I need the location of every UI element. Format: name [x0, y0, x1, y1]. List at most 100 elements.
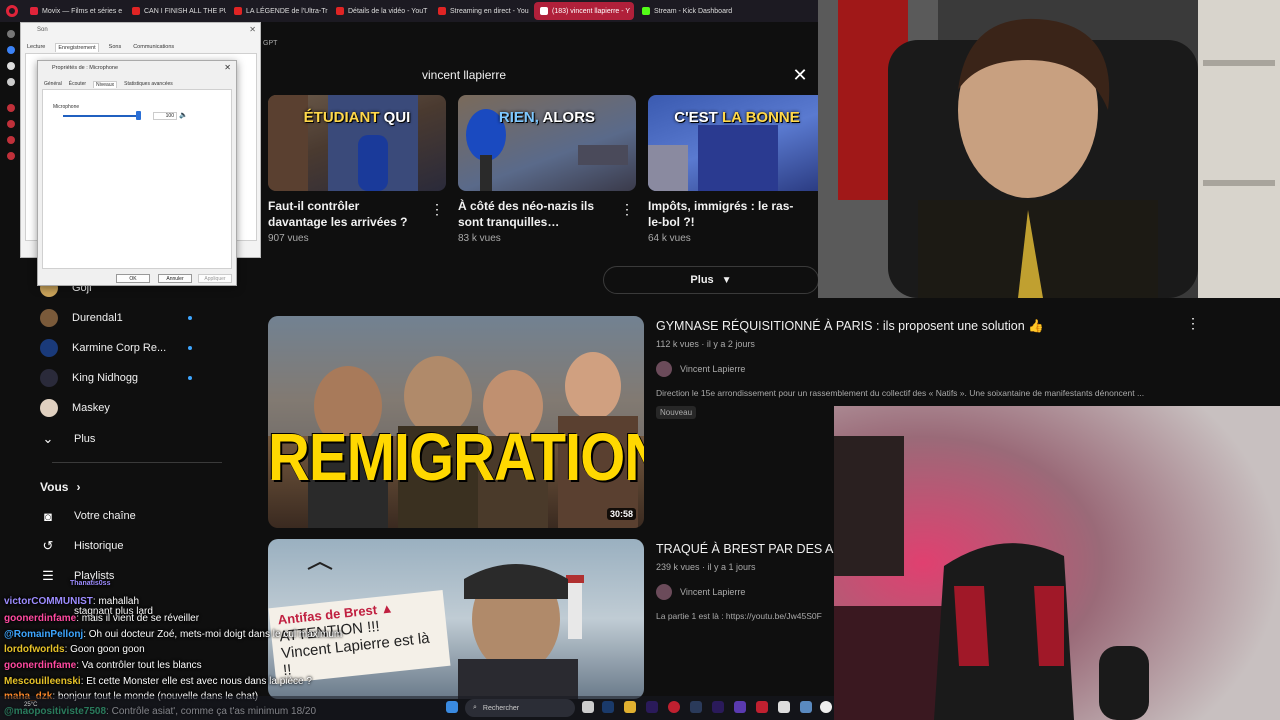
- sidebar-item-channel[interactable]: ◙ Votre chaîne: [40, 508, 136, 524]
- tab-general[interactable]: Général: [44, 81, 62, 88]
- short-thumbnail[interactable]: ÉTUDIANT QUI: [268, 95, 446, 191]
- webcam-image: [818, 0, 1280, 298]
- webcam-image: [834, 406, 1280, 720]
- tab-communications[interactable]: Communications: [131, 43, 176, 52]
- sidebar-show-more[interactable]: ⌄ Plus: [40, 431, 96, 447]
- short-title[interactable]: Faut-il contrôler davantage les arrivées…: [268, 198, 418, 230]
- short-title[interactable]: Impôts, immigrés : le ras-le-bol ?!: [648, 198, 798, 230]
- short-card[interactable]: ÉTUDIANT QUI Faut-il contrôler davantage…: [268, 95, 446, 244]
- opera-icon[interactable]: [668, 701, 680, 713]
- chat-username[interactable]: Thanatis0ss: [70, 580, 110, 587]
- tab-label: (183) vincent llapierre - Y: [552, 7, 631, 15]
- bookmark-item[interactable]: GPT: [263, 40, 277, 47]
- tab-levels[interactable]: Niveaux: [93, 81, 118, 88]
- close-icon[interactable]: ✕: [790, 65, 810, 85]
- app-icon[interactable]: [734, 701, 746, 713]
- avatar[interactable]: [656, 361, 672, 377]
- more-vert-icon[interactable]: ⋮: [430, 201, 444, 218]
- app-icon[interactable]: [800, 701, 812, 713]
- more-vert-icon[interactable]: ⋮: [1186, 315, 1200, 332]
- chat-username[interactable]: Mescouilleenski: [4, 676, 81, 687]
- taskbar-search[interactable]: ⌕ Rechercher: [465, 699, 575, 717]
- chat-username[interactable]: lordofworlds: [4, 644, 65, 655]
- sidebar-item-channel[interactable]: Karmine Corp Re...: [40, 333, 240, 363]
- browser-tab[interactable]: LA LÉGENDE de l'Ultra-Tr: [228, 2, 328, 20]
- channel-link[interactable]: Vincent Lapierre: [656, 361, 1196, 377]
- app-icon[interactable]: [756, 701, 768, 713]
- avatar: [40, 399, 58, 417]
- settings-icon[interactable]: [7, 30, 15, 38]
- sidebar-item-history[interactable]: ↺ Historique: [40, 538, 124, 554]
- history-icon: ↺: [42, 538, 54, 553]
- close-icon[interactable]: ✕: [249, 25, 256, 34]
- browser-tab[interactable]: (183) vincent llapierre - Y: [534, 2, 634, 20]
- sidebar-item-channel[interactable]: Durendal1: [40, 303, 240, 333]
- channel-name[interactable]: Vincent Lapierre: [680, 364, 745, 374]
- video-title[interactable]: TRAQUÉ À BREST PAR DES ANTIFAS: [656, 541, 834, 557]
- speaker-icon[interactable]: 🔈: [179, 111, 188, 119]
- slider-thumb[interactable]: [135, 111, 141, 120]
- channel-name[interactable]: Vincent Lapierre: [680, 587, 745, 597]
- tab-playback[interactable]: Lecture: [25, 43, 47, 52]
- show-more-button[interactable]: Plus ▼: [603, 266, 819, 294]
- app-icon[interactable]: [820, 701, 832, 713]
- tab-recording[interactable]: Enregistrement: [55, 43, 99, 52]
- search-input[interactable]: vincent llapierre: [422, 68, 790, 82]
- premiere-icon[interactable]: [646, 701, 658, 713]
- heart-icon[interactable]: [7, 104, 15, 112]
- history-icon[interactable]: [7, 120, 15, 128]
- tab-advanced[interactable]: Statistiques avancées: [124, 81, 173, 88]
- short-thumbnail[interactable]: RIEN, ALORS: [458, 95, 636, 191]
- short-views: 64 k vues: [648, 233, 691, 244]
- level-slider[interactable]: [63, 111, 141, 120]
- sidebar-item-channel[interactable]: Maskey: [40, 393, 240, 423]
- browser-tab[interactable]: Stream - Kick Dashboard: [636, 2, 736, 20]
- x-icon[interactable]: [7, 78, 15, 86]
- tab-label: Streaming en direct - You: [450, 7, 529, 15]
- short-title[interactable]: À côté des néo-nazis ils sont tranquille…: [458, 198, 608, 230]
- app-icon[interactable]: [778, 701, 790, 713]
- premiere-icon[interactable]: [712, 701, 724, 713]
- file-explorer-icon[interactable]: [624, 701, 636, 713]
- chat-username[interactable]: goonerdinfame: [4, 613, 76, 624]
- search-bar[interactable]: vincent llapierre ✕: [408, 62, 818, 88]
- browser-tab[interactable]: CAN I FINISH ALL THE PU: [126, 2, 226, 20]
- weather-widget[interactable]: 25°C: [24, 702, 37, 708]
- chat-username[interactable]: @RomainPellonj: [4, 629, 83, 640]
- tab-listen[interactable]: Écouter: [69, 81, 86, 88]
- settings-icon[interactable]: [7, 152, 15, 160]
- chat-username[interactable]: goonerdinfame: [4, 660, 76, 671]
- windows-start-icon[interactable]: [446, 701, 458, 713]
- tiktok-icon[interactable]: [7, 62, 15, 70]
- tab-sounds[interactable]: Sons: [107, 43, 124, 52]
- short-card[interactable]: RIEN, ALORS À côté des néo-nazis ils son…: [458, 95, 636, 244]
- cancel-button[interactable]: Annuler: [158, 274, 192, 283]
- steam-icon[interactable]: [690, 701, 702, 713]
- download-icon[interactable]: [7, 136, 15, 144]
- channel-link[interactable]: Vincent Lapierre: [656, 584, 834, 600]
- browser-tab[interactable]: Streaming en direct - You: [432, 2, 532, 20]
- level-input[interactable]: 100: [153, 112, 177, 120]
- live-dot-icon: [188, 346, 192, 350]
- close-icon[interactable]: ✕: [224, 63, 231, 72]
- sidebar-you-header[interactable]: Vous ›: [40, 480, 80, 494]
- browser-tab[interactable]: Détails de la vidéo - YouT: [330, 2, 430, 20]
- video-title[interactable]: GYMNASE RÉQUISITIONNÉ À PARIS : ils prop…: [656, 318, 1196, 334]
- short-thumbnail[interactable]: C'EST LA BONNE: [648, 95, 826, 191]
- ok-button[interactable]: OK: [116, 274, 150, 283]
- sidebar-item-channel[interactable]: King Nidhogg: [40, 363, 240, 393]
- tab-favicon-icon: [234, 7, 242, 15]
- more-vert-icon[interactable]: ⋮: [620, 201, 634, 218]
- photoshop-icon[interactable]: [602, 701, 614, 713]
- avatar[interactable]: [656, 584, 672, 600]
- apply-button[interactable]: Appliquer: [198, 274, 232, 283]
- video-card[interactable]: REMIGRATION 30:58: [268, 316, 644, 528]
- video-thumbnail[interactable]: REMIGRATION 30:58: [268, 316, 644, 528]
- browser-tab[interactable]: Movix — Films et séries e: [24, 2, 124, 20]
- task-view-icon[interactable]: [582, 701, 594, 713]
- opera-logo-icon[interactable]: [6, 5, 18, 17]
- messenger-icon[interactable]: [7, 46, 15, 54]
- short-card[interactable]: C'EST LA BONNE Impôts, immigrés : le ras…: [648, 95, 834, 244]
- video-description: La partie 1 est là : https://youtu.be/Jw…: [656, 611, 822, 621]
- live-dot-icon: [188, 316, 192, 320]
